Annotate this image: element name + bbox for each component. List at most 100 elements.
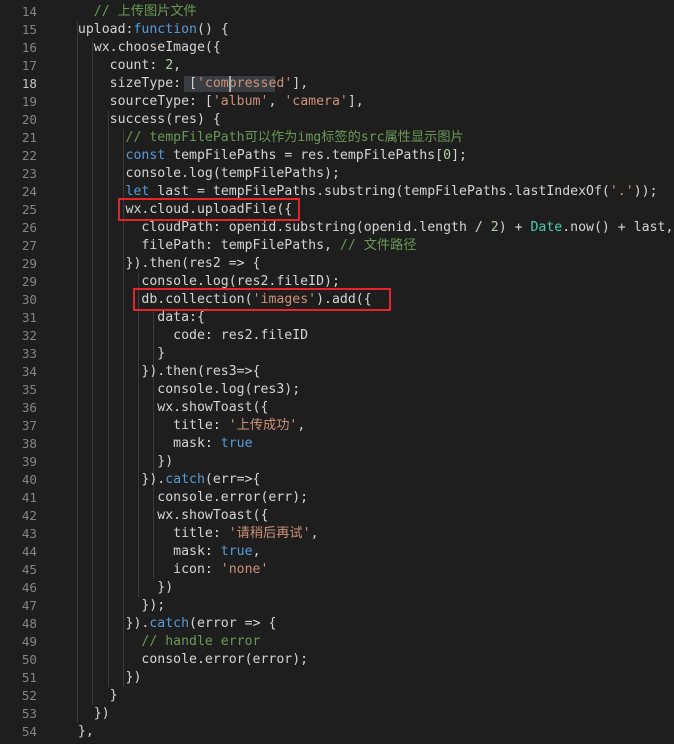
line-number: 45 bbox=[21, 562, 37, 577]
code-line[interactable]: 40 }).catch(err=>{ bbox=[0, 471, 674, 489]
code-line[interactable]: 44 mask: true, bbox=[0, 543, 674, 561]
code-line[interactable]: 22 const tempFilePaths = res.tempFilePat… bbox=[0, 147, 674, 165]
code-token: , bbox=[252, 544, 261, 559]
code-line[interactable]: 27 filePath: tempFilePaths, // 文件路径 bbox=[0, 237, 674, 255]
code-line[interactable]: 33 } bbox=[0, 345, 674, 363]
code-line[interactable]: 47 }); bbox=[0, 597, 674, 615]
line-number: 30 bbox=[21, 292, 37, 307]
code-line[interactable]: 21 // tempFilePath可以作为img标签的src属性显示图片 bbox=[0, 129, 674, 147]
code-token: (err=>{ bbox=[204, 472, 261, 487]
line-number: 47 bbox=[21, 598, 37, 613]
code-token: '.' bbox=[609, 184, 634, 199]
code-token: }) bbox=[62, 670, 142, 685]
code-token: const bbox=[125, 148, 166, 163]
line-number: 22 bbox=[21, 148, 37, 163]
code-line[interactable]: 51 }) bbox=[0, 669, 674, 687]
code-text: success(res) { bbox=[62, 111, 221, 129]
code-text: }); bbox=[62, 597, 165, 615]
code-text: }) bbox=[62, 579, 173, 597]
code-token: (error => { bbox=[189, 616, 277, 631]
code-token: true bbox=[220, 544, 253, 559]
code-line[interactable]: 42 wx.showToast({ bbox=[0, 507, 674, 525]
code-token: ], bbox=[292, 76, 309, 91]
code-token: 0 bbox=[443, 148, 452, 163]
code-line[interactable]: 48 }).catch(error => { bbox=[0, 615, 674, 633]
code-text: }) bbox=[62, 669, 142, 687]
code-line[interactable]: 18 sizeType: ['compressed'], bbox=[0, 75, 674, 93]
code-token: // tempFilePath可以作为img标签的src属性显示图片 bbox=[125, 130, 464, 145]
code-line[interactable]: 43 title: '请稍后再试', bbox=[0, 525, 674, 543]
code-line[interactable]: 39 }) bbox=[0, 453, 674, 471]
code-line[interactable]: 16 wx.chooseImage({ bbox=[0, 39, 674, 57]
code-text: }).then(res2 => { bbox=[62, 255, 261, 273]
code-token: ], bbox=[347, 94, 364, 109]
code-line[interactable]: 36 wx.showToast({ bbox=[0, 399, 674, 417]
code-token: console.error(err); bbox=[62, 490, 309, 505]
code-line[interactable]: 29 }).then(res2 => { bbox=[0, 255, 674, 273]
code-token: }).then(res3=>{ bbox=[62, 364, 261, 379]
code-line[interactable]: 45 icon: 'none' bbox=[0, 561, 674, 579]
code-line[interactable]: 50 console.error(error); bbox=[0, 651, 674, 669]
code-line[interactable]: 26 cloudPath: openid.substring(openid.le… bbox=[0, 219, 674, 237]
code-text: wx.showToast({ bbox=[62, 399, 268, 417]
code-text: filePath: tempFilePaths, // 文件路径 bbox=[62, 237, 416, 255]
line-number: 35 bbox=[21, 382, 37, 397]
code-line[interactable]: 38 mask: true bbox=[0, 435, 674, 453]
code-line[interactable]: 32 code: res2.fileID bbox=[0, 327, 674, 345]
code-text: // handle error bbox=[62, 633, 260, 651]
code-line[interactable]: 46 }) bbox=[0, 579, 674, 597]
line-number: 46 bbox=[21, 580, 37, 595]
code-token: // 上传图片文件 bbox=[93, 4, 197, 19]
code-text: icon: 'none' bbox=[62, 561, 268, 579]
code-line[interactable]: 25 wx.cloud.uploadFile({ bbox=[0, 201, 674, 219]
code-line[interactable]: 53 }) bbox=[0, 705, 674, 723]
code-editor[interactable]: 14 // 上传图片文件 15 upload:function() {16 wx.… bbox=[0, 0, 674, 744]
line-number: 24 bbox=[21, 184, 37, 199]
code-line[interactable]: 37 title: '上传成功', bbox=[0, 417, 674, 435]
line-number: 42 bbox=[21, 508, 37, 523]
line-number: 36 bbox=[21, 400, 37, 415]
code-token: count: bbox=[62, 58, 166, 73]
code-token: tempFilePaths = res.tempFilePaths[ bbox=[165, 148, 444, 163]
line-number: 53 bbox=[21, 706, 37, 721]
code-text: console.log(tempFilePaths); bbox=[62, 165, 340, 183]
line-number: 31 bbox=[21, 310, 37, 325]
code-token: }) bbox=[62, 454, 174, 469]
code-line[interactable]: 17 count: 2, bbox=[0, 57, 674, 75]
line-number: 21 bbox=[21, 130, 37, 145]
line-number: 17 bbox=[21, 58, 37, 73]
code-line[interactable]: 34 }).then(res3=>{ bbox=[0, 363, 674, 381]
code-token: console.log(tempFilePaths); bbox=[62, 166, 340, 181]
line-number: 33 bbox=[21, 346, 37, 361]
code-line[interactable]: 14 // 上传图片文件 bbox=[0, 3, 674, 21]
code-line[interactable]: 49 // handle error bbox=[0, 633, 674, 651]
code-text: }).catch(error => { bbox=[62, 615, 277, 633]
code-line[interactable]: 41 console.error(err); bbox=[0, 489, 674, 507]
code-line[interactable]: 19 sourceType: ['album', 'camera'], bbox=[0, 93, 674, 111]
code-line[interactable]: 20 success(res) { bbox=[0, 111, 674, 129]
code-token: }); bbox=[62, 598, 166, 613]
code-line[interactable]: 24 let last = tempFilePaths.substring(te… bbox=[0, 183, 674, 201]
line-number: 51 bbox=[21, 670, 37, 685]
code-line[interactable]: 52 } bbox=[0, 687, 674, 705]
line-number: 39 bbox=[21, 454, 37, 469]
code-token: 'camera' bbox=[284, 94, 348, 109]
code-line[interactable]: 35 console.log(res3); bbox=[0, 381, 674, 399]
code-token: } bbox=[62, 688, 118, 703]
line-number: 52 bbox=[21, 688, 37, 703]
code-line[interactable]: 54 }, bbox=[0, 723, 674, 741]
code-token: catch bbox=[165, 472, 205, 487]
line-number: 14 bbox=[21, 4, 37, 19]
code-text: } bbox=[62, 345, 165, 363]
code-line[interactable]: 15 upload:function() { bbox=[0, 21, 674, 39]
code-token: 2 bbox=[165, 58, 174, 73]
code-text: upload:function() { bbox=[62, 21, 229, 39]
code-text: }) bbox=[62, 453, 173, 471]
line-number: 50 bbox=[21, 652, 37, 667]
code-line[interactable]: 31 data:{ bbox=[0, 309, 674, 327]
code-text: } bbox=[62, 687, 118, 705]
line-number: 15 bbox=[21, 22, 37, 37]
code-line[interactable]: 23 console.log(tempFilePaths); bbox=[0, 165, 674, 183]
code-token: wx.showToast({ bbox=[62, 508, 269, 523]
